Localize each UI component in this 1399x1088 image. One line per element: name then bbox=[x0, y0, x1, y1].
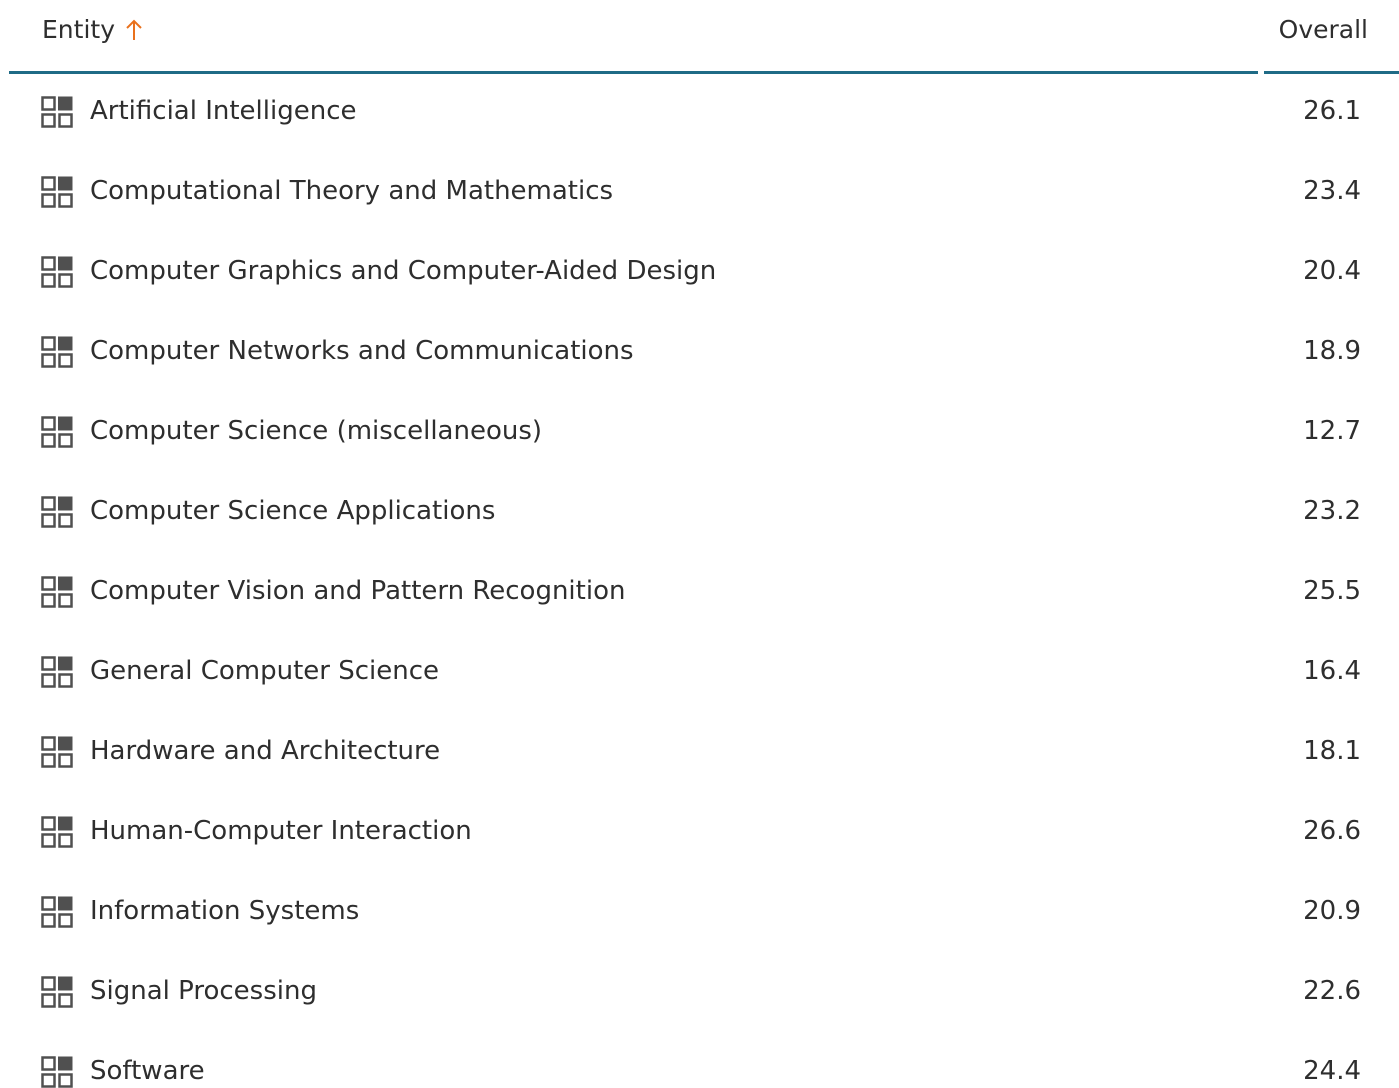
overall-value: 20.9 bbox=[1303, 896, 1361, 926]
grid-icon bbox=[41, 256, 73, 288]
overall-value: 18.1 bbox=[1303, 736, 1361, 766]
overall-value: 24.4 bbox=[1303, 1056, 1361, 1086]
entity-name-link[interactable]: Information Systems bbox=[90, 893, 359, 929]
grid-icon bbox=[41, 1056, 73, 1088]
overall-value: 23.2 bbox=[1303, 496, 1361, 526]
grid-icon bbox=[41, 416, 73, 448]
overall-value: 25.5 bbox=[1303, 576, 1361, 606]
entity-name-link[interactable]: Human-Computer Interaction bbox=[90, 813, 472, 849]
overall-value: 22.6 bbox=[1303, 976, 1361, 1006]
entity-table: Entity Overall Artificial Intelligence 26… bbox=[0, 0, 1399, 1088]
table-row[interactable]: General Computer Science 16.4 bbox=[0, 632, 1399, 712]
entity-name-link[interactable]: Computer Networks and Communications bbox=[90, 333, 634, 369]
overall-value: 12.7 bbox=[1303, 416, 1361, 446]
grid-icon bbox=[41, 736, 73, 768]
overall-value: 20.4 bbox=[1303, 256, 1361, 286]
overall-value: 18.9 bbox=[1303, 336, 1361, 366]
grid-icon bbox=[41, 816, 73, 848]
grid-icon bbox=[41, 336, 73, 368]
entity-name-link[interactable]: Computer Vision and Pattern Recognition bbox=[90, 573, 625, 609]
entity-name-link[interactable]: Signal Processing bbox=[90, 973, 317, 1009]
entity-column-header[interactable]: Entity bbox=[42, 14, 143, 46]
grid-icon bbox=[41, 176, 73, 208]
table-row[interactable]: Computer Science (miscellaneous) 12.7 bbox=[0, 392, 1399, 472]
overall-value: 26.1 bbox=[1303, 96, 1361, 126]
entity-name-link[interactable]: Hardware and Architecture bbox=[90, 733, 440, 769]
entity-name-link[interactable]: General Computer Science bbox=[90, 653, 439, 689]
table-row[interactable]: Human-Computer Interaction 26.6 bbox=[0, 792, 1399, 872]
table-row[interactable]: Artificial Intelligence 26.1 bbox=[0, 72, 1399, 152]
entity-name-link[interactable]: Artificial Intelligence bbox=[90, 93, 357, 129]
table-row[interactable]: Computer Vision and Pattern Recognition 2… bbox=[0, 552, 1399, 632]
table-row[interactable]: Hardware and Architecture 18.1 bbox=[0, 712, 1399, 792]
overall-value: 23.4 bbox=[1303, 176, 1361, 206]
overall-column-header[interactable]: Overall bbox=[1279, 14, 1368, 46]
entity-name-link[interactable]: Computer Science (miscellaneous) bbox=[90, 413, 542, 449]
entity-name-link[interactable]: Software bbox=[90, 1053, 205, 1088]
table-header: Entity Overall bbox=[0, 0, 1399, 74]
arrow-up-icon[interactable] bbox=[125, 18, 143, 42]
entity-name-link[interactable]: Computer Science Applications bbox=[90, 493, 495, 529]
grid-icon bbox=[41, 496, 73, 528]
overall-value: 26.6 bbox=[1303, 816, 1361, 846]
table-row[interactable]: Computer Networks and Communications 18.9 bbox=[0, 312, 1399, 392]
table-row[interactable]: Software 24.4 bbox=[0, 1032, 1399, 1088]
entity-column-label: Entity bbox=[42, 15, 115, 44]
table-row[interactable]: Computer Graphics and Computer-Aided Des… bbox=[0, 232, 1399, 312]
table-row[interactable]: Computational Theory and Mathematics 23.4 bbox=[0, 152, 1399, 232]
table-row[interactable]: Computer Science Applications 23.2 bbox=[0, 472, 1399, 552]
table-body: Artificial Intelligence 26.1 Computational… bbox=[0, 72, 1399, 1088]
grid-icon bbox=[41, 96, 73, 128]
overall-value: 16.4 bbox=[1303, 656, 1361, 686]
table-row[interactable]: Information Systems 20.9 bbox=[0, 872, 1399, 952]
entity-name-link[interactable]: Computer Graphics and Computer-Aided Des… bbox=[90, 253, 716, 289]
overall-column-label: Overall bbox=[1278, 15, 1368, 44]
table-row[interactable]: Signal Processing 22.6 bbox=[0, 952, 1399, 1032]
grid-icon bbox=[41, 656, 73, 688]
grid-icon bbox=[41, 976, 73, 1008]
entity-name-link[interactable]: Computational Theory and Mathematics bbox=[90, 173, 613, 209]
grid-icon bbox=[41, 576, 73, 608]
grid-icon bbox=[41, 896, 73, 928]
